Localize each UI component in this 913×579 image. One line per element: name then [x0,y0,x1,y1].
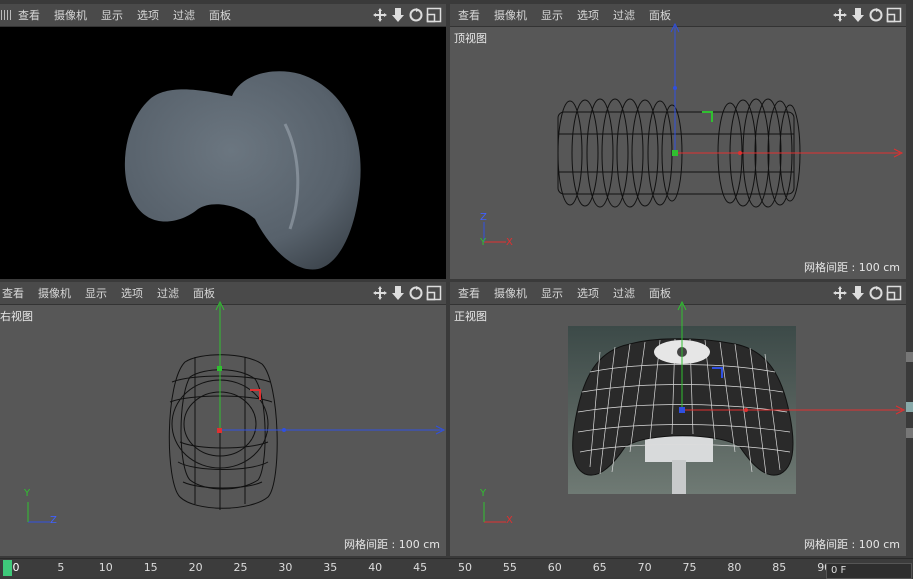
timeline-tick-label: 30 [278,561,293,574]
timeline-tick-label: 25 [233,561,248,574]
timeline-tick-label: 80 [727,561,742,574]
timeline-tick-label: 45 [413,561,428,574]
timeline-tick-label: 55 [502,561,517,574]
timeline-tick-label: 10 [98,561,113,574]
wireframe-cage [168,352,278,510]
side-panel-handle[interactable] [906,402,913,412]
timeline-tick-label: 15 [143,561,158,574]
viewport-right[interactable]: 查看 摄像机 显示 选项 过滤 面板 右视图 Y Z 网格间距: 100 cm [0,282,446,556]
axis-label-z: Z [50,515,57,526]
timeline-tick-label: 75 [682,561,697,574]
timeline-tick-label: 60 [547,561,562,574]
timeline-tick-label: 70 [637,561,652,574]
axis-label-y: Y [480,488,487,499]
viewport-label: 右视图 [0,310,33,323]
timeline-ruler[interactable]: 0 5 10 15 20 25 30 35 40 45 50 55 60 65 70 75 80 85 90 [0,558,913,577]
timeline-tick-label: 5 [57,561,65,574]
axis-label-y: Y [24,488,31,499]
playhead[interactable] [3,560,12,576]
timeline-tick-label: 40 [368,561,383,574]
timeline-tick-label: 35 [323,561,338,574]
viewport-top[interactable]: 查看 摄像机 显示 选项 过滤 面板 顶视图 Z Y X 网格间距: 100 … [450,4,906,279]
timeline-tick-label: 50 [458,561,472,574]
viewport-front[interactable]: 查看 摄像机 显示 选项 过滤 面板 正视图 Y X 网格间距: 100 cm [450,282,906,556]
grid-spacing-label: 网格间距 : 100 cm [804,538,900,551]
perspective-scene [124,71,361,270]
viewport-label: 顶视图 [454,32,487,45]
grid-spacing-label: 网格间距 : 100 cm [804,261,900,274]
axis-label-x: X [506,515,513,526]
viewport-label: 正视图 [454,310,487,323]
timeline-tick-label: 85 [772,561,787,574]
grid-spacing-label: 网格间距 : 100 cm [344,538,440,551]
axis-label-x: X [506,237,513,248]
viewport-perspective[interactable]: 查看 摄像机 显示 选项 过滤 面板 [0,4,446,279]
front-scene [483,300,906,523]
top-scene [483,22,904,243]
bone-shape [124,71,361,270]
timeline-tick-label: 0 [12,561,20,574]
timeline-tick-label: 65 [592,561,607,574]
current-frame-field[interactable]: 0 F [826,563,912,579]
axis-label-z: Z [480,212,487,223]
side-panel-handle[interactable] [906,352,913,362]
side-panel-handle[interactable] [906,428,913,438]
axis-label-y: Y [480,237,487,248]
timeline-tick-label: 20 [188,561,203,574]
right-scene [27,300,446,523]
